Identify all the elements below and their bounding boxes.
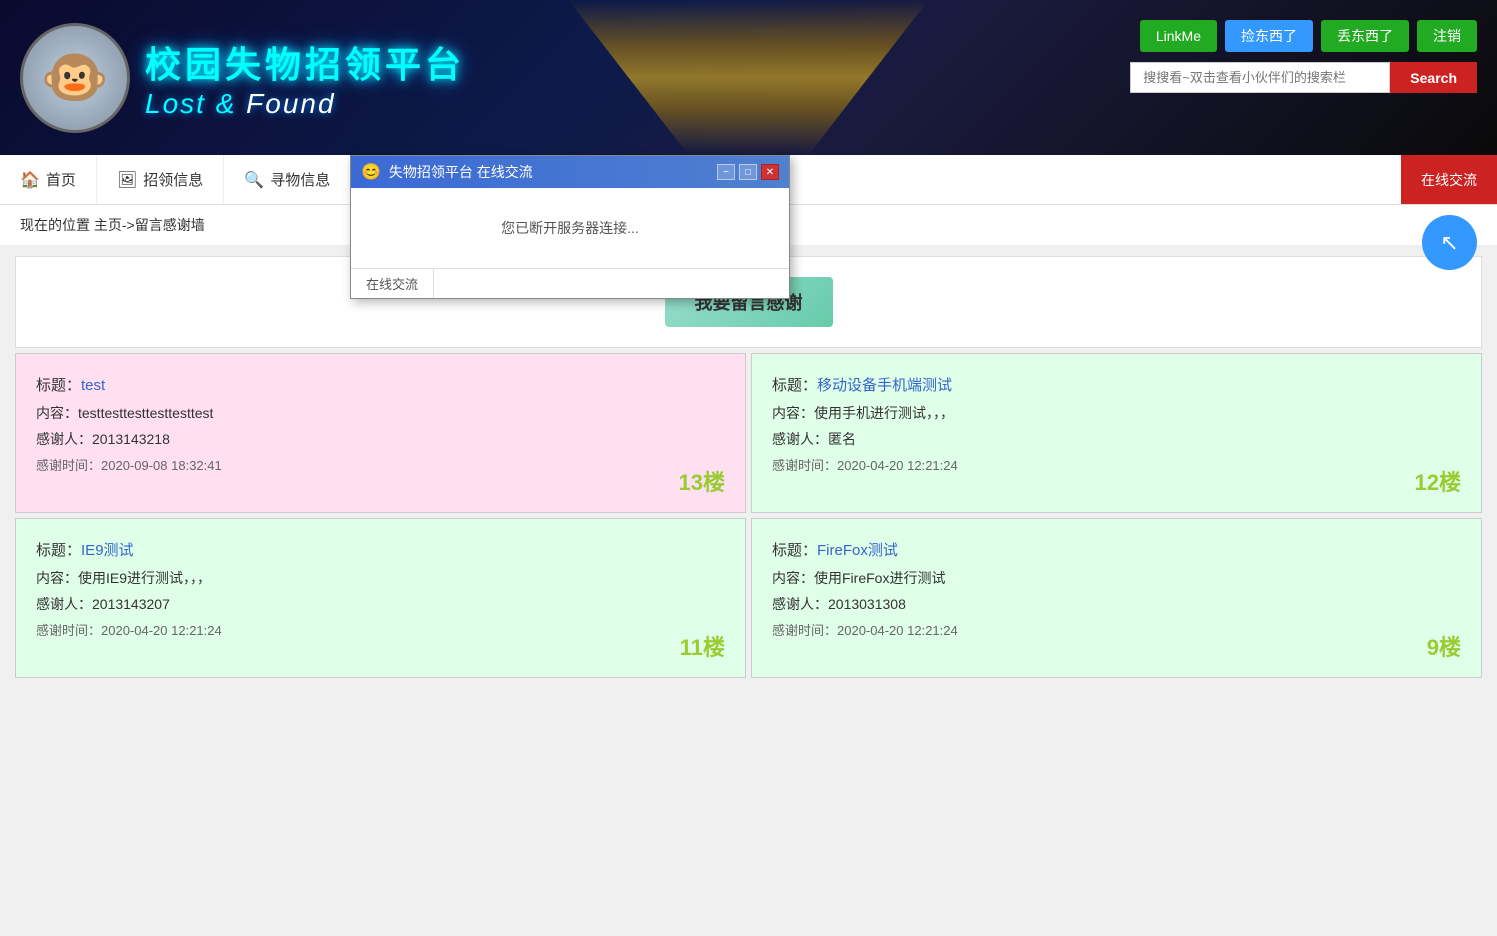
chat-titlebar: 😊 失物招领平台 在线交流 − □ ✕ — [351, 156, 789, 188]
card-time: 感谢时间：2020-09-08 18:32:41 — [36, 455, 725, 474]
card-title-link[interactable]: test — [81, 377, 105, 394]
card-content: 内容：testtesttesttesttesttest — [36, 403, 725, 423]
card-floor: 12楼 — [1415, 465, 1461, 497]
card-thanks: 感谢人：2013143218 — [36, 429, 725, 449]
card-time: 感谢时间：2020-04-20 12:21:24 — [772, 620, 1461, 639]
header: 🐵 校园失物招领平台 Lost & Found LinkMe 捡东西了 丢东西了… — [0, 0, 1497, 155]
card-thanks: 感谢人：2013143207 — [36, 594, 725, 614]
search-input[interactable] — [1130, 62, 1390, 93]
scroll-top-button[interactable] — [1422, 215, 1477, 270]
chat-body: 您已断开服务器连接... — [351, 188, 789, 268]
card-thanks: 感谢人：匿名 — [772, 429, 1461, 449]
chat-emoji-icon: 😊 — [361, 162, 381, 182]
card-title-link[interactable]: FireFox测试 — [817, 542, 898, 559]
chat-status-text: 您已断开服务器连接... — [501, 218, 639, 238]
found-icon: 🖼 — [117, 170, 137, 190]
logo-area: 🐵 校园失物招领平台 Lost & Found — [20, 23, 465, 133]
card-floor: 9楼 — [1427, 630, 1461, 662]
card-content: 内容：使用手机进行测试，，， — [772, 403, 1461, 423]
lost-icon: 🔍 — [244, 170, 264, 190]
nav-lost[interactable]: 🔍 寻物信息 — [224, 155, 351, 204]
monkey-icon: 🐵 — [41, 50, 109, 105]
card-content: 内容：使用FireFox进行测试 — [772, 568, 1461, 588]
logo-icon: 🐵 — [20, 23, 130, 133]
nav-home[interactable]: 🏠 首页 — [0, 155, 97, 204]
logo-english: Lost & Found — [145, 88, 465, 120]
card-floor: 13楼 — [679, 465, 725, 497]
card-title: 标题：test — [36, 374, 725, 395]
chat-controls: − □ ✕ — [717, 164, 779, 180]
online-chat-button[interactable]: 在线交流 — [1401, 155, 1497, 204]
header-buttons: LinkMe 捡东西了 丢东西了 注销 — [1140, 20, 1477, 52]
chat-minimize-button[interactable]: − — [717, 164, 735, 180]
lost-item-button[interactable]: 丢东西了 — [1321, 20, 1409, 52]
logo-text: 校园失物招领平台 Lost & Found — [145, 36, 465, 120]
search-button[interactable]: Search — [1390, 62, 1477, 93]
chat-tab-exchange[interactable]: 在线交流 — [351, 269, 434, 298]
pick-up-button[interactable]: 捡东西了 — [1225, 20, 1313, 52]
cards-grid: 标题：test 内容：testtesttesttesttesttest 感谢人：… — [15, 353, 1482, 678]
card-floor: 11楼 — [680, 630, 725, 662]
card-title: 标题：IE9测试 — [36, 539, 725, 560]
main-content: 我要留言感谢 标题：test 内容：testtesttesttesttestte… — [0, 246, 1497, 688]
search-area: Search — [1130, 62, 1477, 93]
home-icon: 🏠 — [20, 170, 40, 190]
chat-window: 😊 失物招领平台 在线交流 − □ ✕ 您已断开服务器连接... 在线交流 — [350, 155, 790, 299]
nav-home-label: 首页 — [46, 169, 76, 190]
chat-tabs: 在线交流 — [351, 268, 789, 298]
card-title: 标题：移动设备手机端测试 — [772, 374, 1461, 395]
logo-chinese: 校园失物招领平台 — [145, 36, 465, 88]
nav-lost-label: 寻物信息 — [270, 169, 330, 190]
nav-found-label: 招领信息 — [143, 169, 203, 190]
table-row: 标题：IE9测试 内容：使用IE9进行测试，，， 感谢人：2013143207 … — [15, 518, 746, 678]
table-row: 标题：test 内容：testtesttesttesttesttest 感谢人：… — [15, 353, 746, 513]
nav-found[interactable]: 🖼 招领信息 — [97, 155, 224, 204]
header-right: LinkMe 捡东西了 丢东西了 注销 Search — [1130, 20, 1477, 93]
card-title: 标题：FireFox测试 — [772, 539, 1461, 560]
breadcrumb: 现在的位置 主页->留言感谢墙 — [20, 215, 205, 235]
chat-maximize-button[interactable]: □ — [739, 164, 757, 180]
logout-button[interactable]: 注销 — [1417, 20, 1477, 52]
card-thanks: 感谢人：2013031308 — [772, 594, 1461, 614]
linkme-button[interactable]: LinkMe — [1140, 20, 1217, 52]
card-time: 感谢时间：2020-04-20 12:21:24 — [36, 620, 725, 639]
card-time: 感谢时间：2020-04-20 12:21:24 — [772, 455, 1461, 474]
card-content: 内容：使用IE9进行测试，，， — [36, 568, 725, 588]
table-row: 标题：FireFox测试 内容：使用FireFox进行测试 感谢人：201303… — [751, 518, 1482, 678]
chat-close-button[interactable]: ✕ — [761, 164, 779, 180]
chat-title-text: 失物招领平台 在线交流 — [389, 162, 533, 182]
card-title-link[interactable]: IE9测试 — [81, 542, 134, 559]
chat-title-left: 😊 失物招领平台 在线交流 — [361, 162, 533, 182]
table-row: 标题：移动设备手机端测试 内容：使用手机进行测试，，， 感谢人：匿名 感谢时间：… — [751, 353, 1482, 513]
card-title-link[interactable]: 移动设备手机端测试 — [817, 377, 952, 394]
